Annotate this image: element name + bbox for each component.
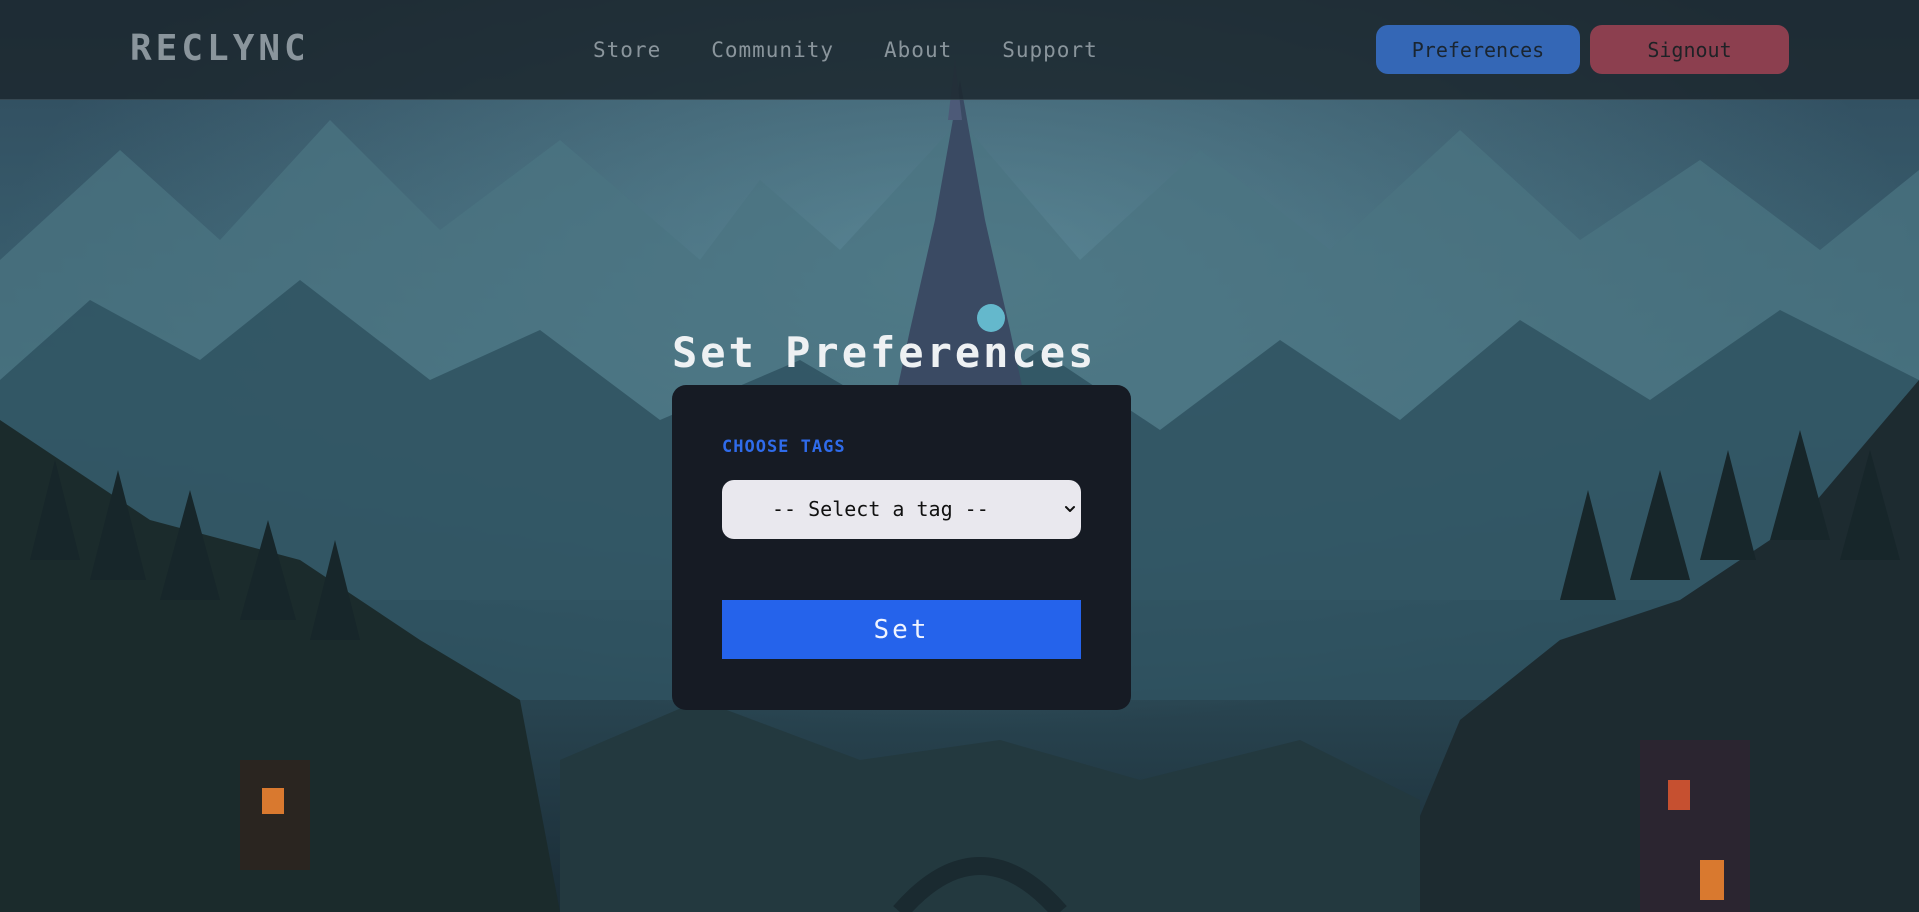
site-logo[interactable]: RECLYNC — [130, 26, 310, 72]
nav-link-support[interactable]: Support — [1002, 36, 1098, 64]
chevron-down-icon — [1065, 506, 1075, 512]
choose-tags-label: CHOOSE TAGS — [722, 437, 846, 457]
nav-link-store[interactable]: Store — [593, 36, 661, 64]
nav-link-about[interactable]: About — [884, 36, 952, 64]
main-nav: Store Community About Support — [593, 36, 1148, 64]
top-navbar: RECLYNC Store Community About Support Pr… — [0, 0, 1919, 100]
preferences-card: CHOOSE TAGS -- Select a tag -- Set — [672, 385, 1131, 710]
preferences-button[interactable]: Preferences — [1376, 25, 1580, 74]
signout-button[interactable]: Signout — [1590, 25, 1789, 74]
tag-select-value: -- Select a tag -- — [772, 497, 989, 521]
page-title: Set Preferences — [672, 328, 1097, 377]
nav-link-community[interactable]: Community — [711, 36, 834, 64]
tag-select[interactable]: -- Select a tag -- — [722, 480, 1081, 539]
set-button[interactable]: Set — [722, 600, 1081, 659]
